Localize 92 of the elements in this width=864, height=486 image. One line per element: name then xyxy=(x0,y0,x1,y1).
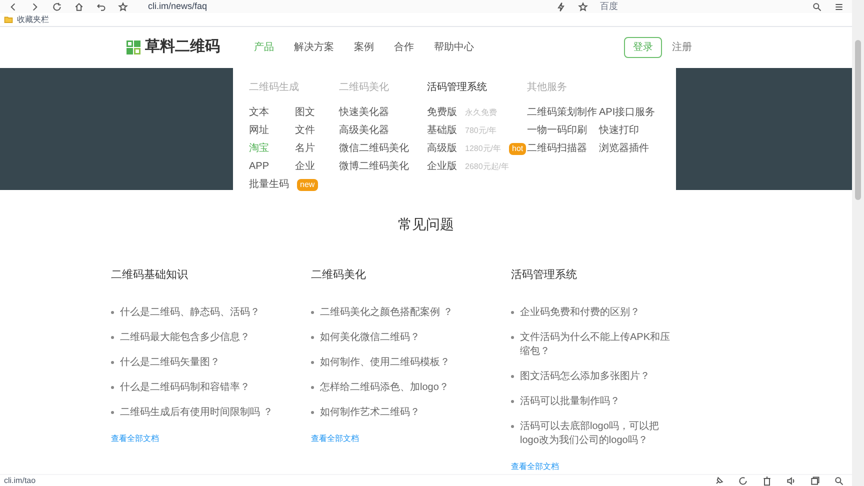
scrollbar[interactable] xyxy=(852,0,864,486)
question-link[interactable]: 活码可以批量制作吗？ xyxy=(520,394,672,408)
bullet-icon xyxy=(311,310,314,314)
menu-link[interactable]: APP xyxy=(249,161,295,173)
menu-link[interactable]: 基础版 xyxy=(427,125,457,137)
bookmark-folder[interactable]: 收藏夹栏 xyxy=(17,14,49,26)
section-heading: 二维码美化 xyxy=(311,268,367,283)
bullet-icon xyxy=(511,336,514,338)
price-text: 2680元起/年 xyxy=(465,161,510,173)
menu-heading: 其他服务 xyxy=(527,80,568,95)
page-title: 常见问题 xyxy=(398,215,454,234)
menu-link[interactable]: 二维码策划制作 xyxy=(527,107,599,119)
question-link[interactable]: 怎样给二维码添色、加logo？ xyxy=(320,380,500,394)
price-text: 永久免费 xyxy=(465,107,497,119)
menu-link[interactable]: 二维码扫描器 xyxy=(527,143,599,155)
forward-icon[interactable] xyxy=(30,2,40,12)
menu-link[interactable]: 一物一码印刷 xyxy=(527,125,599,137)
menu-heading: 二维码生成 xyxy=(249,80,300,95)
bullet-icon xyxy=(111,310,114,314)
undo-icon[interactable] xyxy=(96,2,106,12)
menu-link[interactable]: 高级美化器 xyxy=(339,125,427,137)
menu-link[interactable]: 文本 xyxy=(249,107,295,119)
menu-link[interactable]: API接口服务 xyxy=(599,107,671,119)
section-heading: 二维码基础知识 xyxy=(111,268,189,283)
pin-icon[interactable] xyxy=(714,476,724,486)
bullet-icon xyxy=(111,336,114,338)
search-icon[interactable] xyxy=(834,476,844,486)
status-url: cli.im/tao xyxy=(4,474,36,486)
bullet-icon xyxy=(311,336,314,338)
nav-link[interactable]: 解决方案 xyxy=(294,40,334,55)
section-heading: 活码管理系统 xyxy=(511,268,578,283)
menu-link[interactable]: 快速美化器 xyxy=(339,107,427,119)
nav-link[interactable]: 帮助中心 xyxy=(434,40,474,55)
speaker-icon[interactable] xyxy=(786,476,796,486)
menu-link[interactable]: 批量生码 xyxy=(249,179,289,191)
bullet-icon xyxy=(511,424,514,428)
trash-icon[interactable] xyxy=(762,476,772,486)
question-link[interactable]: 二维码美化之颜色搭配案例 ？ xyxy=(320,306,500,320)
menu-link[interactable]: 企业版 xyxy=(427,161,457,173)
menu-link[interactable]: 浏览器插件 xyxy=(599,143,671,155)
bullet-icon xyxy=(311,410,314,414)
bullet-icon xyxy=(511,374,514,378)
logo-icon[interactable] xyxy=(126,40,141,55)
address-bar[interactable]: cli.im/news/faq xyxy=(148,0,208,14)
register-link[interactable]: 注册 xyxy=(672,40,692,55)
refresh-icon[interactable] xyxy=(738,476,748,486)
search-icon[interactable] xyxy=(812,2,822,12)
scrollbar-thumb[interactable] xyxy=(855,40,861,200)
bullet-icon xyxy=(311,360,314,364)
question-link[interactable]: 如何制作艺术二维码？ xyxy=(320,406,500,420)
new-badge: new xyxy=(297,179,318,191)
price-text: 1280元/年 xyxy=(465,143,502,155)
menu-link[interactable]: 微信二维码美化 xyxy=(339,143,427,155)
question-link[interactable]: 如何美化微信二维码？ xyxy=(320,330,500,344)
bullet-icon xyxy=(511,310,514,314)
home-icon[interactable] xyxy=(74,2,84,12)
star-icon[interactable] xyxy=(578,2,588,12)
window-icon[interactable] xyxy=(810,476,820,486)
menu-heading: 二维码美化 xyxy=(339,80,390,95)
refresh-icon[interactable] xyxy=(52,2,62,12)
menu-icon[interactable] xyxy=(834,2,844,12)
menu-link[interactable]: 免费版 xyxy=(427,107,457,119)
menu-link[interactable]: 网址 xyxy=(249,125,295,137)
question-link[interactable]: 图文活码怎么添加多张图片？ xyxy=(520,370,672,384)
hot-badge: hot xyxy=(509,143,526,155)
question-link[interactable]: 什么是二维码矢量图？ xyxy=(120,356,300,370)
bullet-icon xyxy=(111,360,114,364)
question-link[interactable]: 二维码生成后有使用时间限制吗 ？ xyxy=(120,406,300,420)
question-link[interactable]: 文件活码为什么不能上传APK和压缩包？ xyxy=(520,330,672,358)
nav-link[interactable]: 合作 xyxy=(394,40,414,55)
question-link[interactable]: 什么是二维码码制和容错率？ xyxy=(120,380,300,394)
bullet-icon xyxy=(111,410,114,414)
question-link[interactable]: 什么是二维码、静态码、活码？ xyxy=(120,306,300,320)
menu-heading: 活码管理系统 xyxy=(427,80,488,95)
menu-link[interactable]: 微博二维码美化 xyxy=(339,161,427,173)
menu-link[interactable]: 文件 xyxy=(295,125,341,137)
question-link[interactable]: 活码可以去底部logo吗，可以把logo改为我们公司的logo吗？ xyxy=(520,420,672,448)
bullet-icon xyxy=(511,400,514,402)
star-icon[interactable] xyxy=(118,2,128,12)
lightning-icon[interactable] xyxy=(556,2,566,12)
logo-text: 草料二维码 xyxy=(145,37,220,58)
menu-link[interactable]: 高级版 xyxy=(427,143,457,155)
bullet-icon xyxy=(111,386,114,388)
question-link[interactable]: 二维码最大能包含多少信息？ xyxy=(120,330,300,344)
bullet-icon xyxy=(311,386,314,388)
price-text: 780元/年 xyxy=(465,125,497,137)
search-field[interactable]: 百度 xyxy=(600,0,800,14)
menu-link[interactable]: 快速打印 xyxy=(599,125,671,137)
back-icon[interactable] xyxy=(8,2,18,12)
question-link[interactable]: 企业码免费和付费的区别？ xyxy=(520,306,672,320)
nav-link[interactable]: 案例 xyxy=(354,40,374,55)
question-link[interactable]: 如何制作、使用二维码模板？ xyxy=(320,356,500,370)
